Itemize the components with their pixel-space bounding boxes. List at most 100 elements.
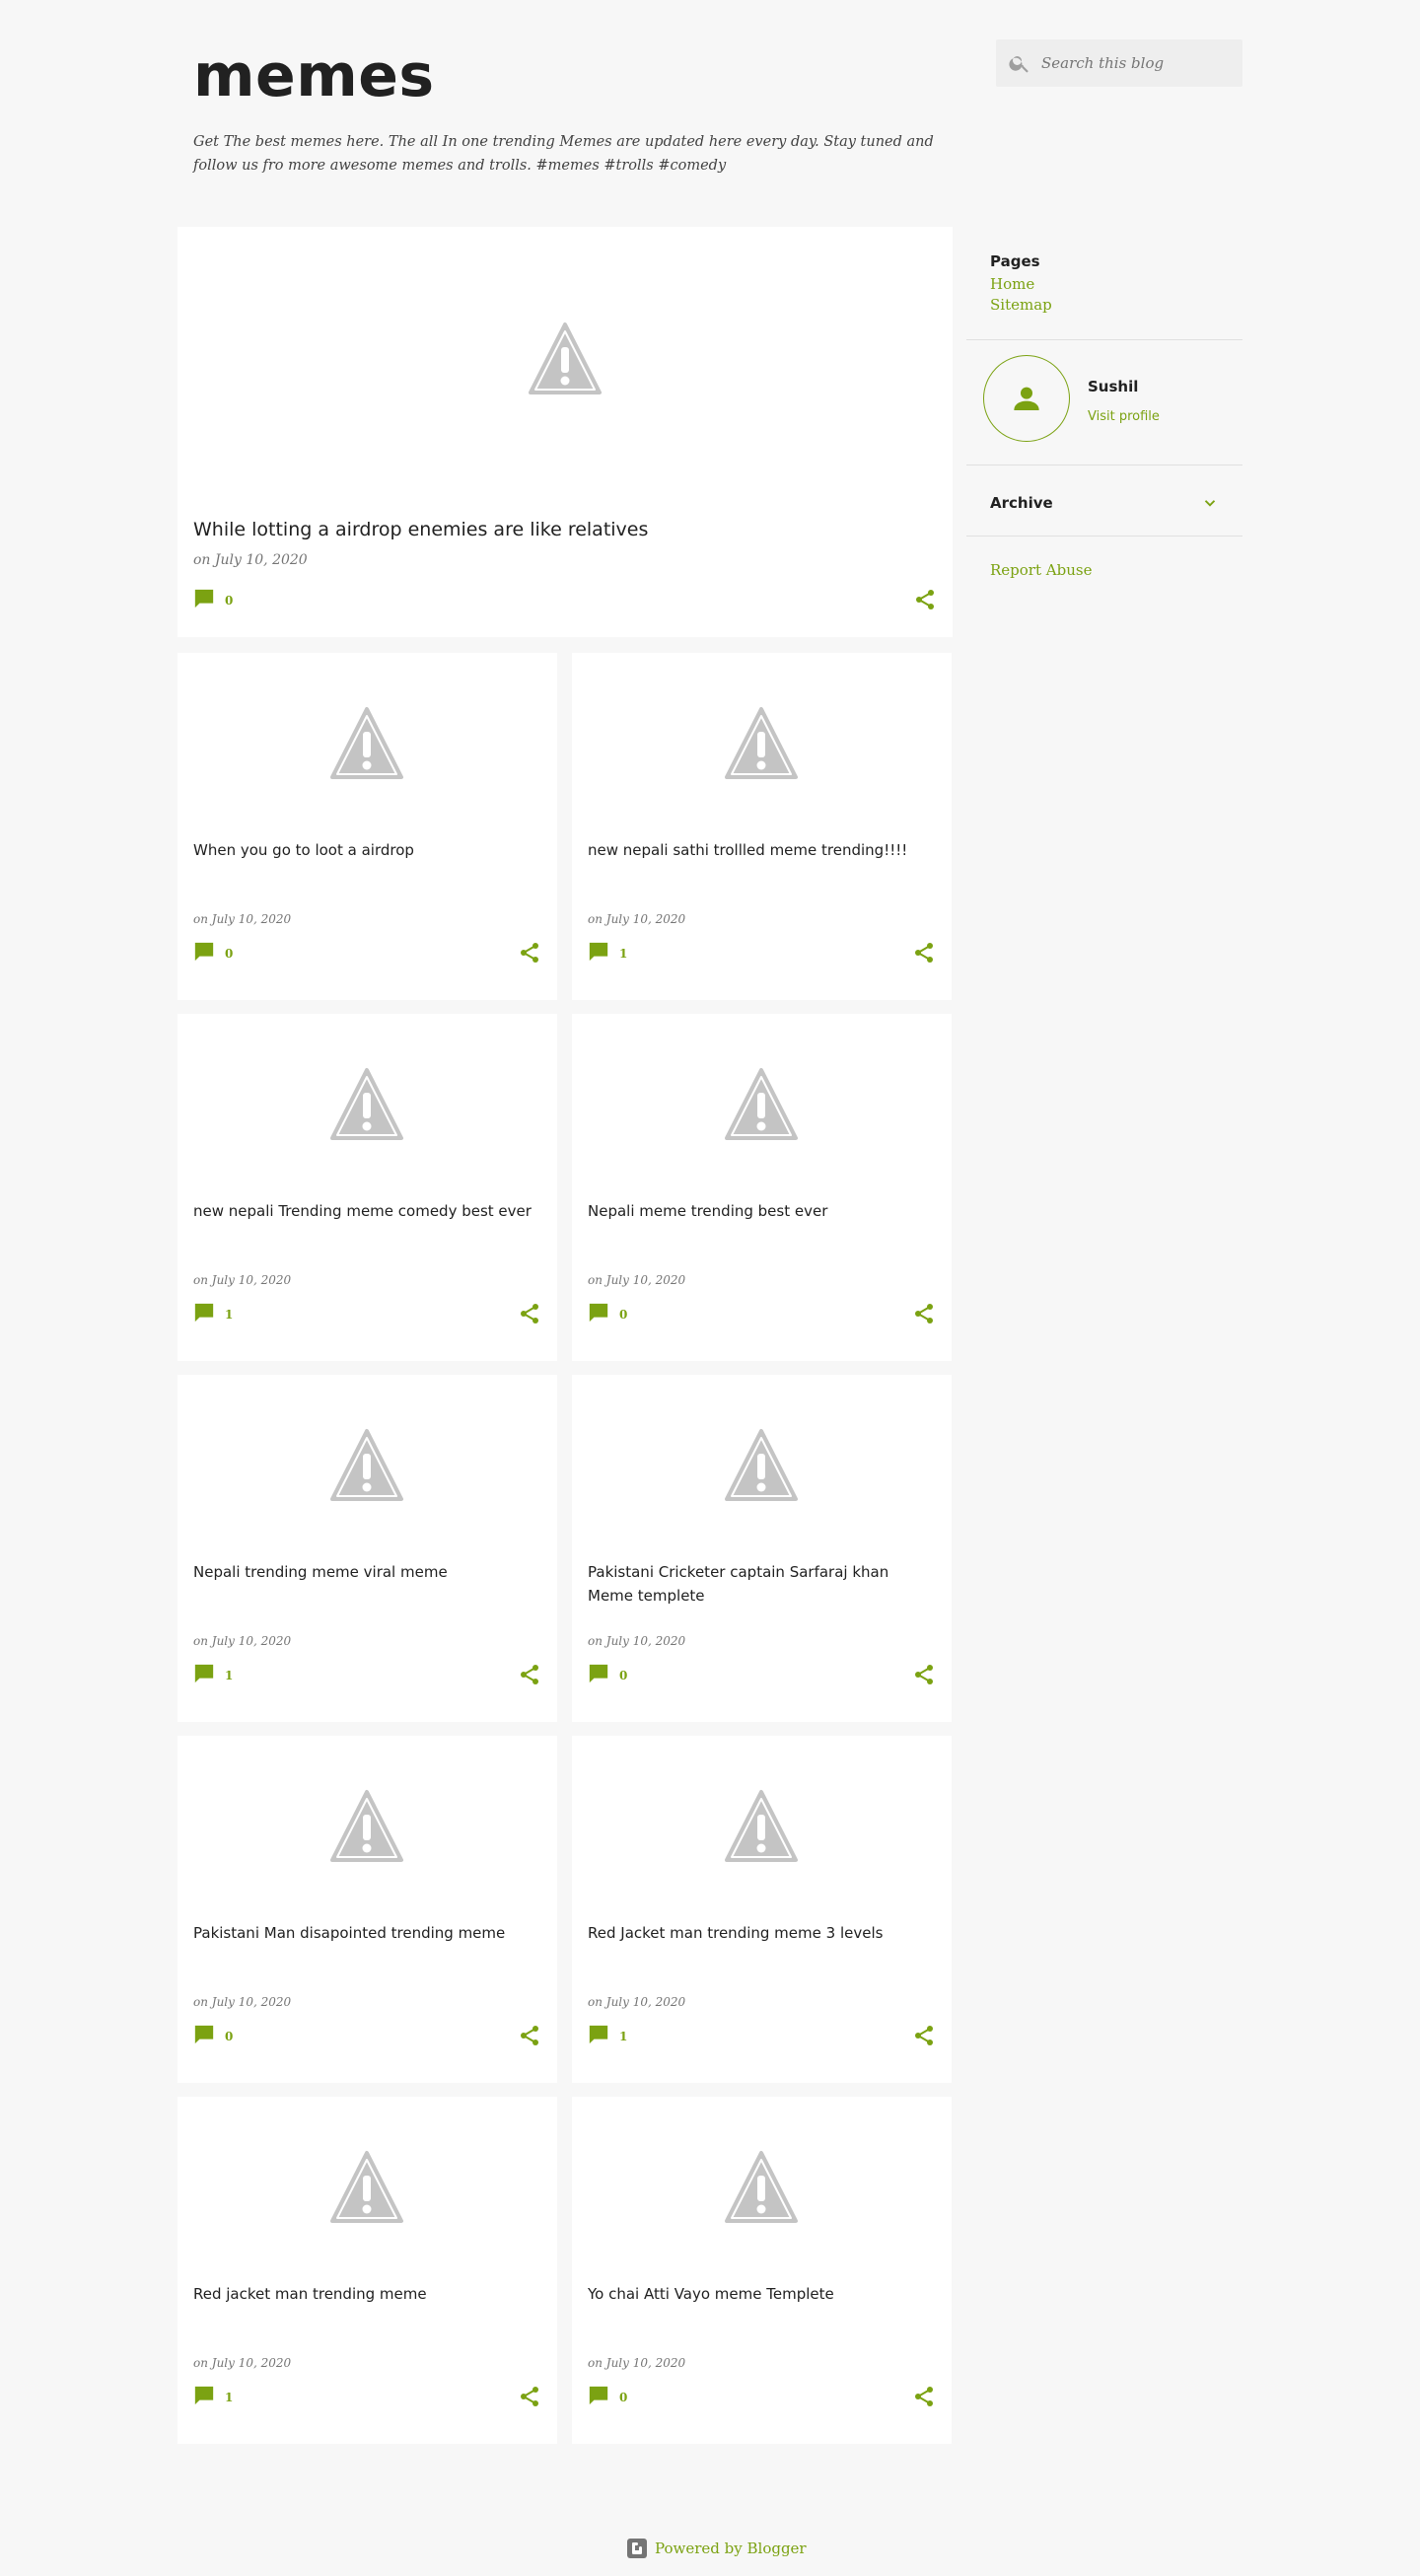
comment-icon [194,942,214,962]
person-icon [1014,387,1039,410]
post-title[interactable]: Red jacket man trending meme [193,2282,541,2306]
archive-toggle[interactable]: Archive [990,488,1227,518]
comment-count: 0 [225,2030,234,2043]
comment-icon [589,2386,608,2405]
blogger-logo-icon[interactable] [627,2539,647,2558]
post-title[interactable]: Nepali trending meme viral meme [193,1560,541,1584]
comment-link[interactable]: 1 [588,2024,627,2045]
post-card: new nepali Trending meme comedy best eve… [178,1014,557,1361]
comment-icon [194,2025,214,2044]
archive-heading: Archive [990,494,1053,512]
comment-icon [589,942,608,962]
chevron-down-icon[interactable] [1201,494,1219,512]
comment-link[interactable]: 0 [193,588,233,609]
comment-link[interactable]: 0 [588,1663,627,1684]
comment-icon [194,1303,214,1323]
post-title[interactable]: new nepali sathi trollled meme trending!… [588,838,936,862]
broken-image-icon[interactable] [329,2150,404,2225]
post-title[interactable]: Red Jacket man trending meme 3 levels [588,1921,936,1945]
share-icon[interactable] [518,941,541,965]
profile-name[interactable]: Sushil [1088,378,1138,395]
post-card: Nepali meme trending best ever on July 10… [572,1014,952,1361]
comment-count: 1 [225,2391,234,2404]
comment-icon [194,589,214,608]
comment-icon [589,2025,608,2044]
post-date[interactable]: on July 10, 2020 [588,2356,685,2370]
broken-image-icon[interactable] [329,706,404,781]
powered-by-blogger-link[interactable]: Powered by Blogger [655,2540,807,2557]
post-date[interactable]: on July 10, 2020 [193,552,308,568]
share-icon[interactable] [912,2024,936,2047]
post-title[interactable]: Nepali meme trending best ever [588,1199,936,1223]
divider [966,339,1242,340]
share-icon[interactable] [912,2385,936,2408]
share-icon[interactable] [912,1302,936,1325]
page-link-home[interactable]: Home [990,274,1052,295]
share-icon[interactable] [518,2024,541,2047]
post-date[interactable]: on July 10, 2020 [193,2356,291,2370]
post-card: Pakistani Man disapointed trending meme o… [178,1736,557,2083]
comment-count: 0 [619,1308,628,1322]
comment-link[interactable]: 1 [588,941,627,963]
broken-image-icon[interactable] [329,1428,404,1503]
post-title[interactable]: Pakistani Man disapointed trending meme [193,1921,541,1945]
post-date[interactable]: on July 10, 2020 [193,1273,291,1287]
comment-link[interactable]: 0 [588,1302,627,1324]
comment-link[interactable]: 0 [193,2024,233,2045]
post-date[interactable]: on July 10, 2020 [193,1634,291,1648]
post-date[interactable]: on July 10, 2020 [588,912,685,926]
post-title[interactable]: When you go to loot a airdrop [193,838,541,862]
post-date[interactable]: on July 10, 2020 [193,912,291,926]
post-title[interactable]: Yo chai Atti Vayo meme Templete [588,2282,936,2306]
comment-count: 1 [225,1669,234,1682]
search-input[interactable] [1041,39,1234,87]
post-card: Red Jacket man trending meme 3 levels on … [572,1736,952,2083]
comment-link[interactable]: 0 [588,2385,627,2406]
comment-link[interactable]: 1 [193,2385,233,2406]
post-date[interactable]: on July 10, 2020 [588,1273,685,1287]
broken-image-icon[interactable] [724,1428,799,1503]
post-date[interactable]: on July 10, 2020 [588,1634,685,1648]
comment-count: 0 [225,594,234,608]
blog-title[interactable]: memes [193,41,435,110]
avatar[interactable] [983,355,1070,442]
comment-link[interactable]: 1 [193,1663,233,1684]
comment-count: 1 [619,947,628,961]
share-icon[interactable] [913,588,937,611]
broken-image-icon[interactable] [724,2150,799,2225]
page-link-sitemap[interactable]: Sitemap [990,295,1052,316]
blog-description: Get The best memes here. The all In one … [193,134,934,174]
share-icon[interactable] [518,1302,541,1325]
search-box[interactable] [996,39,1242,87]
post-date[interactable]: on July 10, 2020 [193,1995,291,2009]
comment-count: 0 [225,947,234,961]
search-icon[interactable] [1008,51,1031,75]
broken-image-icon[interactable] [724,1067,799,1142]
broken-image-icon[interactable] [724,1789,799,1864]
comment-count: 1 [225,1308,234,1322]
share-icon[interactable] [912,941,936,965]
post-title[interactable]: While lotting a airdrop enemies are like… [193,519,648,540]
share-icon[interactable] [912,1663,936,1686]
broken-image-icon[interactable] [329,1067,404,1142]
post-title[interactable]: new nepali Trending meme comedy best eve… [193,1199,541,1223]
post-date[interactable]: on July 10, 2020 [588,1995,685,2009]
comment-icon [589,1303,608,1323]
pages-widget: Pages Home Sitemap [990,252,1052,316]
footer: Powered by Blogger [627,2539,807,2558]
visit-profile-link[interactable]: Visit profile [1088,409,1160,424]
post-card: new nepali sathi trollled meme trending!… [572,653,952,1000]
comment-link[interactable]: 0 [193,941,233,963]
comment-icon [589,1664,608,1683]
comment-link[interactable]: 1 [193,1302,233,1324]
broken-image-icon[interactable] [329,1789,404,1864]
share-icon[interactable] [518,2385,541,2408]
comment-count: 0 [619,2391,628,2404]
post-card: Red jacket man trending meme on July 10, … [178,2097,557,2444]
report-abuse-link[interactable]: Report Abuse [990,561,1092,579]
share-icon[interactable] [518,1663,541,1686]
post-title[interactable]: Pakistani Cricketer captain Sarfaraj kha… [588,1560,936,1608]
post-card: Nepali trending meme viral meme on July 1… [178,1375,557,1722]
broken-image-icon[interactable] [528,322,603,396]
broken-image-icon[interactable] [724,706,799,781]
